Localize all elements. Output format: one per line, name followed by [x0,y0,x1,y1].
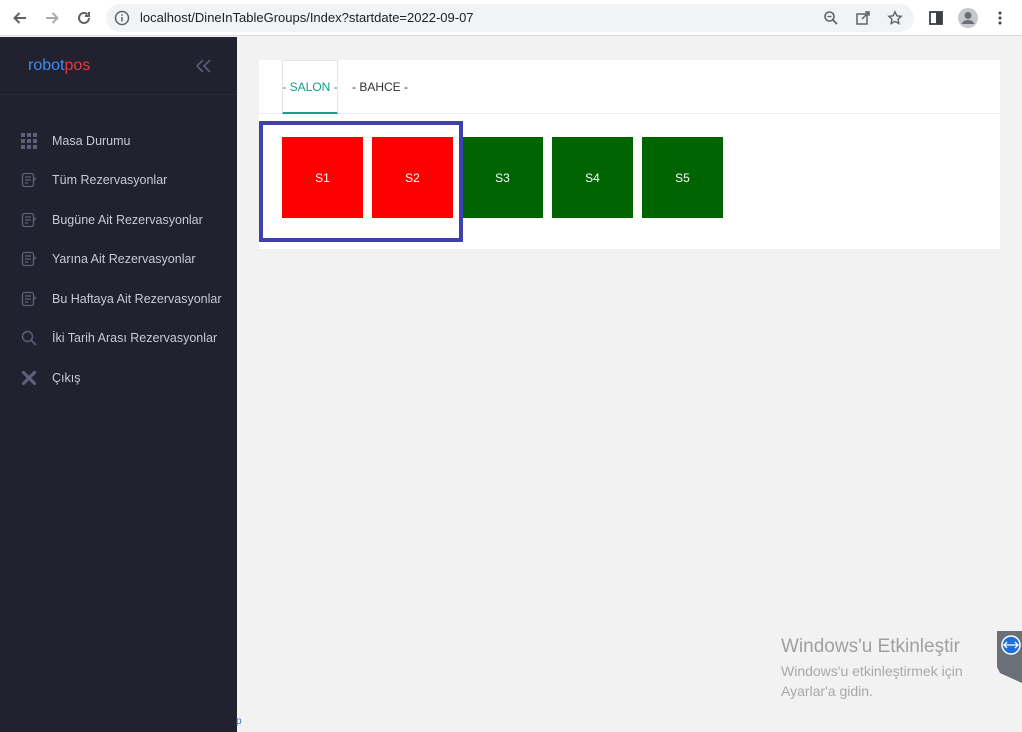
info-icon[interactable] [114,10,130,26]
url-text[interactable]: localhost/DineInTableGroups/Index?startd… [140,10,474,25]
notes-icon [20,251,37,268]
table-group-card: - SALON - - BAHCE - S1 S2 S3 S4 S5 [259,60,1000,249]
table-tile-s2[interactable]: S2 [372,137,453,218]
sidebar-item-bugune-ait[interactable]: Bugüne Ait Rezervasyonlar [0,200,237,240]
table-group-tabs: - SALON - - BAHCE - [259,60,1000,114]
windows-activation-line2: Ayarlar'a gidin. [781,683,873,699]
sidebar-item-yarina-ait[interactable]: Yarına Ait Rezervasyonlar [0,240,237,280]
windows-activation-title: Windows'u Etkinleştir [781,636,960,657]
address-bar[interactable]: localhost/DineInTableGroups/Index?startd… [106,4,914,32]
table-tile-s1[interactable]: S1 [282,137,363,218]
share-icon[interactable] [854,9,872,27]
kebab-menu-icon[interactable] [988,6,1012,30]
sidebar-item-label: Bugüne Ait Rezervasyonlar [52,212,203,227]
browser-toolbar: localhost/DineInTableGroups/Index?startd… [0,0,1022,36]
brand-bar: robotpos [0,37,237,95]
status-glyph: p [236,716,242,727]
table-tile-s3[interactable]: S3 [462,137,543,218]
close-x-icon [20,369,37,386]
sidebar-item-label: Masa Durumu [52,133,131,148]
notes-icon [20,172,37,189]
search-icon [20,330,37,347]
table-tile-s4[interactable]: S4 [552,137,633,218]
sidebar-item-label: Tüm Rezervasyonlar [52,173,168,188]
sidebar-item-label: Yarına Ait Rezervasyonlar [52,252,196,267]
notes-icon [20,290,37,307]
tab-salon[interactable]: - SALON - [282,60,338,114]
logo-part-pos: pos [64,57,91,74]
sidebar-item-label: İki Tarih Arası Rezervasyonlar [52,331,218,346]
teamviewer-widget-icon[interactable] [997,631,1022,683]
sidebar-item-label: Bu Haftaya Ait Rezervasyonlar [52,291,222,306]
sidebar-item-label: Çıkış [52,370,81,385]
tab-bahce[interactable]: - BAHCE - [352,60,408,114]
logo-part-robot: robot [28,57,65,74]
star-icon[interactable] [886,9,904,27]
windows-activation-line1: Windows'u etkinleştirmek için [781,663,963,679]
reload-icon[interactable] [72,6,96,30]
sidebar-item-masa-durumu[interactable]: Masa Durumu [0,121,237,161]
back-arrow-icon[interactable] [8,6,32,30]
sidebar-item-iki-tarih-arasi[interactable]: İki Tarih Arası Rezervasyonlar [0,319,237,359]
sidebar-item-tum-rezervasyonlar[interactable]: Tüm Rezervasyonlar [0,161,237,201]
logo[interactable]: robotpos [28,57,90,75]
profile-icon[interactable] [956,6,980,30]
side-panel-icon[interactable] [924,6,948,30]
main-content: - SALON - - BAHCE - S1 S2 S3 S4 S5 [237,37,1022,732]
table-tile-s5[interactable]: S5 [642,137,723,218]
sidebar: robotpos Masa Durumu Tüm Rezervasyonlar [0,37,237,732]
forward-arrow-icon[interactable] [40,6,64,30]
zoom-icon[interactable] [822,9,840,27]
windows-activation-text: Windows'u etkinleştirmek için Ayarlar'a … [781,661,963,701]
sidebar-menu: Masa Durumu Tüm Rezervasyonlar Bugüne Ai… [0,121,237,398]
sidebar-item-bu-haftaya-ait[interactable]: Bu Haftaya Ait Rezervasyonlar [0,279,237,319]
collapse-sidebar-icon[interactable] [194,57,214,75]
notes-icon [20,211,37,228]
sidebar-item-cikis[interactable]: Çıkış [0,358,237,398]
grid-icon [20,132,37,149]
